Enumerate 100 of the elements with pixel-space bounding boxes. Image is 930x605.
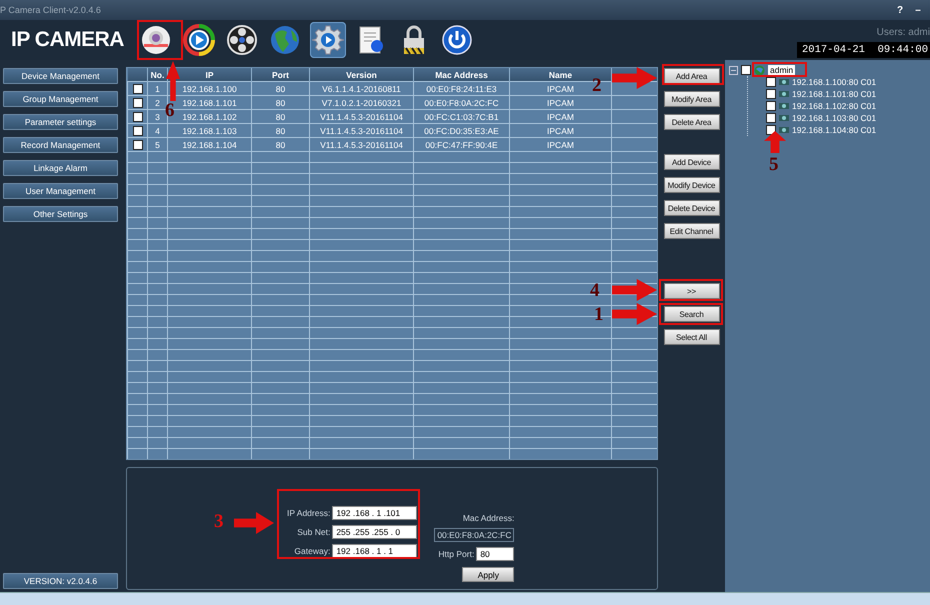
table-cell: 192.168.1.104 <box>168 138 252 152</box>
table-cell: IPCAM <box>510 124 612 138</box>
arrow-right-icon <box>612 67 657 89</box>
checkbox[interactable] <box>766 113 776 123</box>
action-button[interactable]: Add Area <box>664 68 720 84</box>
toolbar-button[interactable] <box>310 22 346 58</box>
ip-field[interactable]: 192 .168 . 1 .101 <box>332 506 418 520</box>
window-title: P Camera Client-v2.0.4.6 <box>0 5 101 15</box>
camera-icon <box>779 102 789 110</box>
globe-icon <box>268 24 301 56</box>
sidebar-button[interactable]: Other Settings <box>3 206 118 222</box>
checkbox[interactable] <box>766 125 776 135</box>
table-cell: 1 <box>148 82 168 96</box>
checkbox[interactable] <box>132 112 142 122</box>
checkbox[interactable] <box>766 101 776 111</box>
window-control-button[interactable]: – <box>910 4 926 16</box>
tree-item[interactable]: admin <box>768 65 796 75</box>
field-label: Mac Address: <box>462 513 514 523</box>
table-cell: V11.1.4.5.3-20161104 <box>310 138 414 152</box>
table-cell: 4 <box>148 124 168 138</box>
sidebar-button[interactable]: Group Management <box>3 91 118 107</box>
sidebar-button[interactable]: Record Management <box>3 137 118 153</box>
table-cell: IPCAM <box>510 138 612 152</box>
step-number: 1 <box>594 305 604 324</box>
table-cell: 5 <box>148 138 168 152</box>
ip-field[interactable]: 192 .168 . 1 . 1 <box>332 544 418 558</box>
camera-icon <box>779 126 789 134</box>
checkbox[interactable] <box>741 65 751 75</box>
version-button[interactable]: VERSION: v2.0.4.6 <box>3 573 118 589</box>
table-cell: V11.1.4.5.3-20161104 <box>310 124 414 138</box>
sidebar-button[interactable]: Device Management <box>3 68 118 84</box>
tree-item[interactable]: 192.168.1.101:80 C01 <box>792 89 876 99</box>
arrow-up-icon <box>166 61 180 101</box>
checkbox[interactable] <box>132 140 142 150</box>
highlight-frame <box>137 20 183 60</box>
action-button[interactable]: Delete Area <box>664 114 720 130</box>
action-button[interactable]: Modify Area <box>664 91 720 107</box>
ip-field[interactable]: 255 .255 .255 . 0 <box>332 525 418 539</box>
column-header: Port <box>252 68 310 82</box>
table-cell: 80 <box>252 82 310 96</box>
highlight-frame <box>752 62 807 77</box>
column-header: Mac Address <box>414 68 510 82</box>
arrow-up-icon <box>764 131 786 153</box>
field-label: IP Address: <box>287 508 330 518</box>
table-cell: IPCAM <box>510 96 612 110</box>
tree-item[interactable]: 192.168.1.100:80 C01 <box>792 77 876 87</box>
window-control-button[interactable]: ? <box>892 4 908 16</box>
toolbar-button[interactable] <box>180 22 217 58</box>
globe-icon <box>754 64 765 76</box>
date-time-display: 2017-04-21 09:44:00 <box>796 42 930 58</box>
table-cell: 00:FC:C1:03:7C:B1 <box>414 110 510 124</box>
tree-item[interactable]: 192.168.1.103:80 C01 <box>792 113 876 123</box>
highlight-frame <box>659 303 723 325</box>
table-cell: 00:E0:F8:24:11:E3 <box>414 82 510 96</box>
checkbox[interactable] <box>132 84 142 94</box>
film-reel-icon <box>226 24 258 56</box>
camera-icon <box>779 90 789 98</box>
table-cell: 80 <box>252 138 310 152</box>
action-button[interactable]: Search <box>664 306 720 322</box>
sidebar-button[interactable]: Linkage Alarm <box>3 160 118 176</box>
table-cell: V11.1.4.5.3-20161104 <box>310 110 414 124</box>
table-cell: 80 <box>252 110 310 124</box>
user-label: Users: admi <box>876 26 930 38</box>
tree-item[interactable]: 192.168.1.102:80 C01 <box>792 101 876 111</box>
checkbox[interactable] <box>132 126 142 136</box>
camera-icon <box>779 78 789 86</box>
highlight-frame <box>659 279 723 301</box>
gear-icon <box>312 24 344 56</box>
table-cell: 80 <box>252 124 310 138</box>
action-button[interactable]: Delete Device <box>664 200 720 216</box>
tree-item[interactable]: 192.168.1.104:80 C01 <box>792 125 876 135</box>
action-button[interactable]: Edit Channel <box>664 223 720 239</box>
port-field[interactable]: 80 <box>476 547 514 561</box>
action-button[interactable]: Add Device <box>664 154 720 170</box>
table-cell: 00:E0:F8:0A:2C:FC <box>414 96 510 110</box>
table-cell: IPCAM <box>510 110 612 124</box>
table-cell: 00:FC:D0:35:E3:AE <box>414 124 510 138</box>
sidebar-button[interactable]: Parameter settings <box>3 114 118 130</box>
field-label: Http Port: <box>437 549 474 559</box>
sidebar-button[interactable]: User Management <box>3 183 118 199</box>
field-label: Gateway: <box>293 546 330 556</box>
action-button[interactable]: >> <box>664 283 720 299</box>
checkbox[interactable] <box>766 89 776 99</box>
action-button[interactable]: Select All <box>664 329 720 345</box>
step-number: 4 <box>590 281 600 300</box>
column-header: Version <box>310 68 414 82</box>
play-icon <box>182 24 215 56</box>
power-icon <box>440 24 473 56</box>
arrow-right-icon <box>234 512 274 534</box>
table-cell: V6.1.1.4.1-20160811 <box>310 82 414 96</box>
checkbox[interactable] <box>132 98 142 108</box>
expander-icon[interactable] <box>729 66 738 74</box>
action-button[interactable]: Modify Device <box>664 177 720 193</box>
step-number: 3 <box>214 512 224 531</box>
table-cell: V7.1.0.2.1-20160321 <box>310 96 414 110</box>
checkbox[interactable] <box>766 77 776 87</box>
step-number: 5 <box>769 155 778 174</box>
apply-button[interactable]: Apply <box>462 567 514 582</box>
arrow-right-icon <box>612 303 657 325</box>
table-cell: 80 <box>252 96 310 110</box>
